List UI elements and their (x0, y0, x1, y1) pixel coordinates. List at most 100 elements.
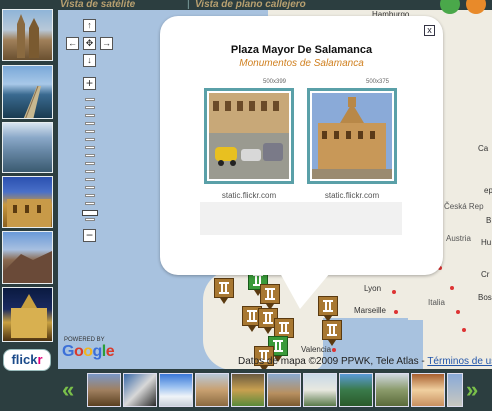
photo-thumbnail[interactable] (204, 88, 294, 184)
pan-up-button[interactable]: ↑ (83, 19, 96, 32)
strip-thumbnail[interactable] (231, 373, 265, 407)
rail-thumbnail[interactable] (2, 231, 53, 284)
map-city-dot (462, 328, 466, 332)
map-city-dot (332, 348, 336, 352)
building-thumbnail-image (7, 199, 51, 227)
map-marker[interactable] (214, 278, 234, 304)
terms-of-use-link[interactable]: Términos de uso (427, 356, 492, 367)
photo-source: static.flickr.com (221, 191, 277, 200)
zoom-tick (85, 202, 95, 205)
map-copyright-text: Datos de mapa ©2009 PPWK, Tele Atlas - (238, 356, 428, 367)
zoom-tick (85, 122, 95, 125)
map-label-austria: Austria (446, 234, 471, 243)
monument-icon (219, 282, 229, 294)
map-marker[interactable] (322, 320, 342, 346)
map-label-ca: Ca (478, 144, 489, 153)
map-label-hu: Hu (481, 238, 492, 247)
pan-down-button[interactable]: ↓ (83, 54, 96, 67)
zoom-tick (85, 162, 95, 165)
photo-thumbnail[interactable] (307, 88, 397, 184)
volcano-thumbnail-image (3, 250, 52, 283)
map-label-czech: Česká Rep (444, 202, 484, 211)
zoom-in-button[interactable]: + (83, 77, 96, 90)
rail-thumbnail[interactable] (2, 122, 53, 173)
map-city-dot (456, 310, 460, 314)
map-city-dot (450, 286, 454, 290)
zoom-tick (85, 130, 95, 133)
zoom-tick (85, 170, 95, 173)
tab-satellite-view[interactable]: Vista de satélite (60, 0, 135, 10)
map-label-valencia: Valencia (301, 345, 332, 354)
zoom-tick (85, 114, 95, 117)
photo-dimensions: 500x399 (263, 79, 287, 85)
pan-left-button[interactable]: ← (66, 37, 79, 50)
zoom-tick (85, 138, 95, 141)
info-window-subtitle[interactable]: Monumentos de Salamanca (160, 58, 443, 69)
zoom-tick (85, 106, 95, 109)
tab-separator: | (187, 0, 190, 10)
pan-right-button[interactable]: → (100, 37, 113, 50)
pan-center-button[interactable]: ✥ (83, 37, 96, 50)
zoom-out-button[interactable]: − (83, 229, 96, 242)
info-window-pointer (280, 273, 330, 309)
zoom-slider-handle[interactable] (82, 210, 98, 216)
google-logo-letter: o (83, 343, 93, 360)
monument-icon (273, 340, 283, 352)
monument-icon (265, 288, 275, 300)
tab-street-map-view[interactable]: Vista de plano callejero (195, 0, 306, 10)
google-logo-letter: G (62, 343, 74, 360)
flickr-map-app: flickr Hamburgo Česká Rep Austria Italia… (0, 0, 492, 411)
flickr-logo[interactable]: flickr (3, 349, 51, 371)
monument-icon (263, 312, 273, 324)
close-icon[interactable]: x (424, 25, 435, 36)
zoom-tick (85, 218, 95, 221)
map-label-italy: Italia (428, 298, 445, 307)
map-copyright: Datos de mapa ©2009 PPWK, Tele Atlas - T… (238, 356, 492, 367)
strip-thumbnail[interactable] (339, 373, 373, 407)
flickr-logo-text: flick (11, 352, 38, 367)
zoom-tick (85, 178, 95, 181)
plaza-photo-image (209, 93, 289, 179)
map-label-bos: Bos (478, 293, 492, 302)
info-window-title: Plaza Mayor De Salamanca (230, 44, 373, 56)
rail-thumbnail[interactable] (2, 9, 53, 61)
rail-thumbnail[interactable] (2, 65, 53, 119)
zoom-tick (85, 98, 95, 101)
map-label-b: B (486, 216, 492, 225)
google-logo[interactable]: Google (62, 343, 115, 361)
monument-icon (279, 322, 289, 334)
info-window: x Plaza Mayor De Salamanca Monumentos de… (160, 16, 443, 275)
flickr-logo-accent: r (37, 352, 43, 367)
strip-thumbnail[interactable] (411, 373, 445, 407)
map-label-ep: ep (484, 186, 492, 195)
rail-thumbnail[interactable] (2, 176, 53, 228)
next-arrow-icon[interactable]: » (466, 379, 478, 401)
zoom-tick (85, 146, 95, 149)
zoom-tick (85, 186, 95, 189)
strip-thumbnail[interactable] (87, 373, 121, 407)
town-hall-photo-image (312, 93, 392, 179)
photo-source: static.flickr.com (324, 191, 380, 200)
monument-icon (327, 324, 337, 336)
strip-thumbnail[interactable] (159, 373, 193, 407)
strip-thumbnail[interactable] (267, 373, 301, 407)
previous-arrow-icon[interactable]: « (62, 379, 74, 401)
left-thumbnail-rail: flickr (0, 0, 58, 411)
monument-icon (247, 310, 257, 322)
view-tabs-bar: Vista de satélite | Vista de plano calle… (58, 0, 492, 14)
strip-thumbnail[interactable] (447, 373, 463, 407)
map-marker[interactable] (274, 318, 294, 344)
zoom-tick (85, 154, 95, 157)
map-marker[interactable] (260, 284, 280, 310)
night-building-thumbnail-image (11, 294, 47, 338)
strip-thumbnail[interactable] (303, 373, 337, 407)
rail-thumbnail[interactable] (2, 287, 53, 342)
zoom-slider[interactable] (82, 98, 98, 222)
cathedral-thumbnail-image (17, 14, 39, 58)
google-logo-letter: g (92, 343, 103, 360)
strip-thumbnail[interactable] (375, 373, 409, 407)
google-logo-letter: o (73, 343, 84, 360)
strip-thumbnail[interactable] (195, 373, 229, 407)
strip-thumbnail[interactable] (123, 373, 157, 407)
map-label-lyon: Lyon (364, 284, 382, 293)
